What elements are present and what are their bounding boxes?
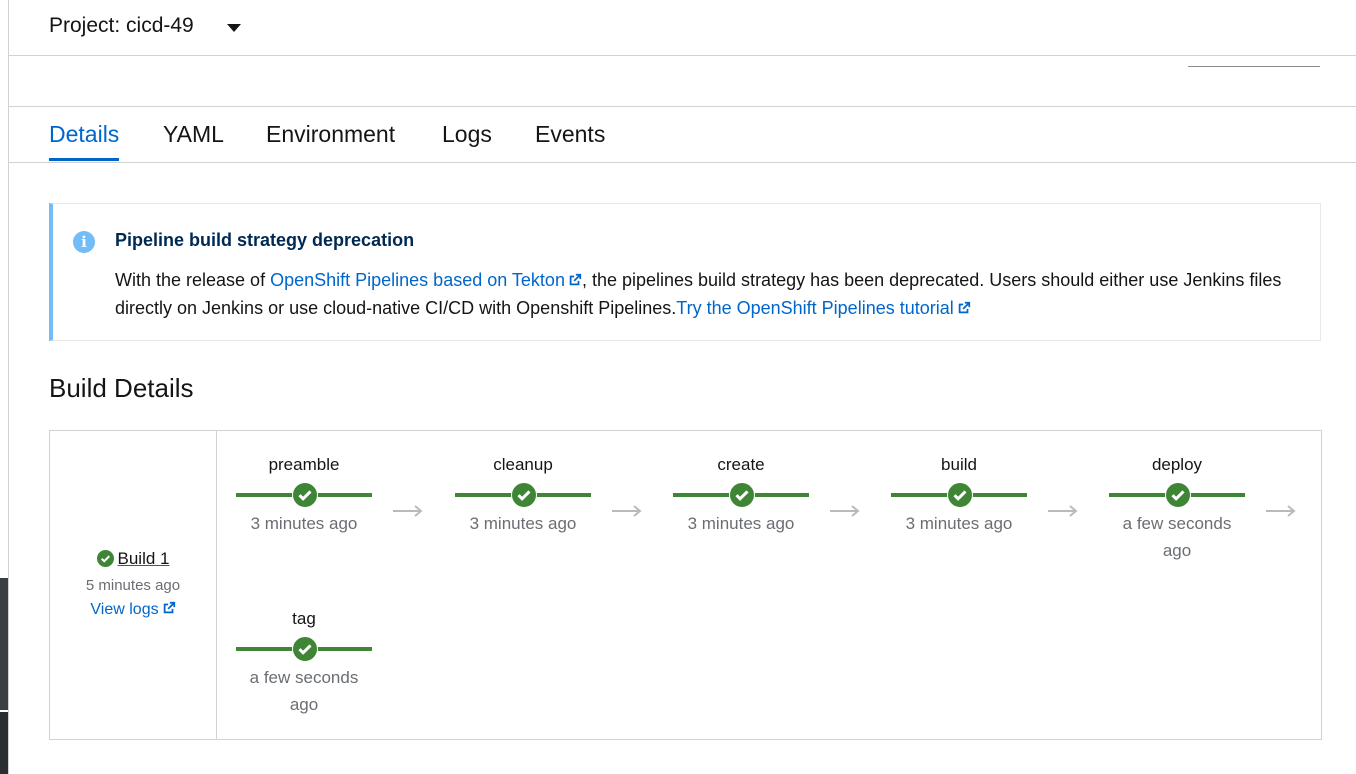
deprecation-alert: i Pipeline build strategy deprecation Wi… bbox=[49, 203, 1321, 341]
project-selector[interactable]: Project: cicd-49 bbox=[49, 14, 194, 38]
external-link-icon bbox=[958, 301, 970, 314]
stage-progress-bar bbox=[673, 482, 809, 508]
view-logs-link[interactable]: View logs bbox=[50, 601, 216, 619]
build-details-box: Build 1 5 minutes ago View logs preamble… bbox=[49, 430, 1322, 740]
stage-name: deploy bbox=[1151, 455, 1203, 474]
section-title: Build Details bbox=[49, 373, 194, 403]
stage-time: a few seconds ago bbox=[249, 668, 359, 714]
external-link-icon bbox=[163, 601, 175, 614]
tab-logs[interactable]: Logs bbox=[442, 121, 492, 160]
tab-events[interactable]: Events bbox=[535, 121, 605, 160]
stage-name: tag bbox=[292, 609, 316, 628]
stage-name: cleanup bbox=[493, 455, 553, 474]
tekton-link[interactable]: OpenShift Pipelines based on Tekton bbox=[270, 270, 582, 290]
stage-time: 3 minutes ago bbox=[469, 514, 577, 533]
check-circle-icon bbox=[96, 550, 114, 567]
pipeline-stage[interactable]: build 3 minutes ago bbox=[891, 454, 1027, 537]
stage-name: create bbox=[717, 455, 765, 474]
check-circle-icon bbox=[292, 482, 318, 508]
tekton-link-label: OpenShift Pipelines based on Tekton bbox=[270, 270, 565, 290]
page-heading-scrolled bbox=[9, 56, 1356, 107]
project-bar: Project: cicd-49 bbox=[9, 0, 1356, 56]
alert-body: With the release of OpenShift Pipelines … bbox=[115, 266, 1305, 322]
build-timestamp: 5 minutes ago bbox=[85, 577, 181, 594]
arrow-right-icon bbox=[612, 505, 642, 517]
stage-time: 3 minutes ago bbox=[250, 514, 358, 533]
stage-progress-bar bbox=[236, 482, 372, 508]
check-circle-icon bbox=[947, 482, 973, 508]
stage-progress-bar bbox=[455, 482, 591, 508]
page-title-cut bbox=[49, 56, 189, 74]
pipeline-stage[interactable]: preamble 3 minutes ago bbox=[236, 454, 372, 537]
arrow-right-icon bbox=[1266, 505, 1296, 517]
stage-name: build bbox=[941, 455, 977, 474]
build-summary: Build 1 5 minutes ago View logs bbox=[50, 431, 217, 739]
build-link[interactable]: Build 1 bbox=[118, 549, 170, 568]
info-icon: i bbox=[73, 231, 95, 253]
arrow-right-icon bbox=[830, 505, 860, 517]
tab-bar: Details YAML Environment Logs Events bbox=[9, 107, 1356, 163]
tab-details[interactable]: Details bbox=[49, 121, 120, 161]
actions-button-cut[interactable] bbox=[1188, 56, 1320, 67]
alert-title: Pipeline build strategy deprecation bbox=[115, 230, 415, 250]
stage-time: 3 minutes ago bbox=[687, 514, 795, 533]
pipeline-stage[interactable]: create 3 minutes ago bbox=[673, 454, 809, 537]
check-circle-icon bbox=[511, 482, 537, 508]
stage-name: preamble bbox=[268, 455, 340, 474]
tab-environment[interactable]: Environment bbox=[266, 121, 395, 160]
view-logs-label: View logs bbox=[90, 601, 159, 618]
stage-progress-bar bbox=[1109, 482, 1245, 508]
check-circle-icon bbox=[1165, 482, 1191, 508]
arrow-right-icon bbox=[1048, 505, 1078, 517]
pipeline-stage[interactable]: tag a few seconds ago bbox=[236, 608, 372, 718]
arrow-right-icon bbox=[393, 505, 423, 517]
tutorial-link-label: Try the OpenShift Pipelines tutorial bbox=[676, 298, 954, 318]
external-link-icon bbox=[569, 273, 582, 286]
build-name-row: Build 1 bbox=[50, 549, 216, 569]
tab-yaml[interactable]: YAML bbox=[163, 121, 224, 160]
stage-time: 3 minutes ago bbox=[905, 514, 1013, 533]
check-circle-icon bbox=[292, 636, 318, 662]
stage-progress-bar bbox=[236, 636, 372, 662]
stage-time: a few seconds ago bbox=[1122, 514, 1232, 560]
pipeline-stage[interactable]: cleanup 3 minutes ago bbox=[455, 454, 591, 537]
pipeline-stage[interactable]: deploy a few seconds ago bbox=[1109, 454, 1245, 564]
pipelines-tutorial-link[interactable]: Try the OpenShift Pipelines tutorial bbox=[676, 298, 970, 318]
alert-text: With the release of bbox=[115, 270, 271, 290]
check-circle-icon bbox=[729, 482, 755, 508]
stage-progress-bar bbox=[891, 482, 1027, 508]
caret-down-icon[interactable] bbox=[227, 24, 241, 32]
